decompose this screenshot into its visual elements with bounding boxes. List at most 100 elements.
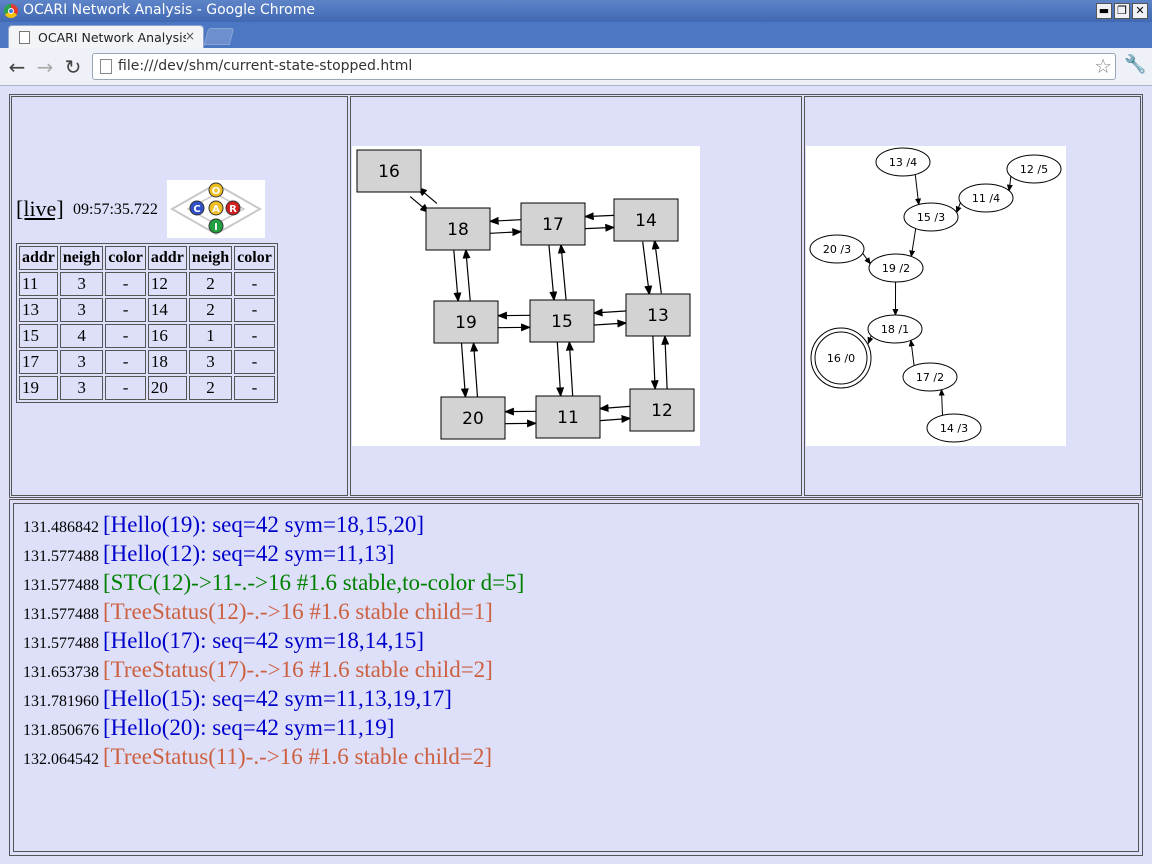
graph-edge	[462, 248, 471, 301]
graph-edge	[594, 319, 628, 328]
log-timestamp: 131.577488	[23, 635, 99, 652]
tree-graph: 13 /4 12 /5 11 /4 15 /3 20 /3 19 /2 18 /1 16 /0…	[806, 146, 1066, 446]
col-header: neigh	[188, 246, 233, 270]
col-header: addr	[147, 246, 187, 270]
table-cell: 3	[59, 350, 104, 374]
log-timestamp: 131.781960	[23, 693, 99, 710]
tree-edge	[914, 174, 922, 206]
table-cell: 4	[59, 324, 104, 348]
log-timestamp: 131.577488	[23, 577, 99, 594]
logo-letter: C	[193, 204, 200, 215]
address-bar[interactable]: file:///dev/shm/current-state-stopped.ht…	[92, 53, 1116, 80]
tab-label: OCARI Network Analysis	[38, 30, 186, 45]
log-line: 131.486842 [Hello(19): seq=42 sym=18,15,…	[23, 512, 524, 541]
log-timestamp: 131.850676	[23, 722, 99, 739]
table-cell: 3	[59, 298, 104, 322]
page-icon	[19, 31, 30, 44]
close-window-button[interactable]: ✕	[1132, 3, 1148, 19]
table-cell: -	[105, 350, 146, 374]
col-header: neigh	[59, 246, 104, 270]
table-cell: 3	[59, 272, 104, 296]
tree-edge	[955, 202, 962, 214]
table-cell: 3	[188, 350, 233, 374]
url-text[interactable]: file:///dev/shm/current-state-stopped.ht…	[118, 58, 412, 74]
log-message: [Hello(12): seq=42 sym=11,13]	[103, 541, 395, 566]
table-cell: 15	[19, 324, 58, 348]
graph-node-label: 20	[462, 409, 484, 429]
tree-node-label: 11 /4	[972, 192, 1000, 205]
table-cell: 2	[188, 272, 233, 296]
graph-edge	[470, 341, 479, 397]
ocari-logo: O C ARI	[167, 180, 265, 238]
table-cell: -	[105, 272, 146, 296]
table-cell: 11	[19, 272, 58, 296]
table-cell: 2	[188, 376, 233, 400]
table-cell: 18	[147, 350, 187, 374]
table-cell: 20	[147, 376, 187, 400]
tree-node-label: 20 /3	[823, 243, 851, 256]
live-link[interactable]: [live]	[16, 196, 64, 222]
log-message: [TreeStatus(17)-.->16 #1.6 stable child=…	[103, 657, 493, 682]
logo-letter: A	[212, 204, 220, 215]
tree-node-label: 18 /1	[881, 323, 909, 336]
log-timestamp: 131.577488	[23, 548, 99, 565]
table-row: 11 3-12 2-	[19, 272, 275, 296]
tab-close-icon[interactable]: ×	[185, 29, 195, 43]
table-cell: 14	[147, 298, 187, 322]
graph-edge	[642, 241, 653, 296]
graph-edge	[460, 343, 469, 399]
tree-node-label: 16 /0	[827, 352, 855, 365]
log-message: [Hello(19): seq=42 sym=18,15,20]	[103, 512, 425, 537]
log-line: 131.781960 [Hello(15): seq=42 sym=11,13,…	[23, 686, 524, 715]
browser-toolbar: ← → ↻ file:///dev/shm/current-state-stop…	[0, 48, 1152, 86]
tree-node-label: 12 /5	[1020, 163, 1048, 176]
tab-ocari[interactable]: OCARI Network Analysis ×	[8, 25, 204, 48]
forward-button[interactable]: →	[34, 55, 56, 79]
table-cell: -	[234, 298, 275, 322]
graph-edge	[557, 243, 567, 300]
graph-edge	[453, 250, 462, 303]
graph-edge	[585, 223, 616, 232]
table-row: 19 3-20 2-	[19, 376, 275, 400]
tree-node-label: 15 /3	[917, 211, 945, 224]
logo-letter: R	[229, 204, 237, 215]
tree-edge	[908, 339, 915, 366]
log-timestamp: 132.064542	[23, 751, 99, 768]
minimize-button[interactable]: ▬	[1096, 3, 1112, 19]
graph-node-label: 11	[557, 408, 579, 428]
bookmark-star-icon[interactable]: ☆	[1094, 54, 1112, 78]
reload-button[interactable]: ↻	[62, 55, 84, 79]
graph-node-label: 16	[378, 162, 400, 182]
log-message: [Hello(15): seq=42 sym=11,13,19,17]	[103, 686, 452, 711]
log-timestamp: 131.577488	[23, 606, 99, 623]
col-header: color	[234, 246, 275, 270]
graph-node-label: 17	[542, 215, 564, 235]
back-button[interactable]: ←	[6, 55, 28, 79]
table-cell: 2	[188, 298, 233, 322]
tree-node-label: 14 /3	[940, 422, 968, 435]
table-cell: 3	[59, 376, 104, 400]
maximize-button[interactable]: ❐	[1114, 3, 1130, 19]
table-row: 15 4-16 1-	[19, 324, 275, 348]
wrench-menu-icon[interactable]: 🔧	[1124, 54, 1146, 75]
graph-edge	[598, 403, 630, 412]
table-cell: -	[234, 376, 275, 400]
timestamp: 09:57:35.722	[73, 201, 158, 218]
graph-edge	[548, 245, 558, 302]
logo-letter: O	[212, 186, 221, 197]
tab-strip: OCARI Network Analysis ×	[0, 22, 1152, 48]
tree-edge	[909, 228, 917, 258]
new-tab-button[interactable]	[203, 28, 235, 45]
graph-edge	[556, 342, 565, 398]
log-line: 131.577488 [Hello(17): seq=42 sym=18,14,…	[23, 628, 524, 657]
table-cell: 12	[147, 272, 187, 296]
log-message: [STC(12)->11-.->16 #1.6 stable,to-color …	[103, 570, 525, 595]
col-header: addr	[19, 246, 58, 270]
graph-edge	[651, 239, 662, 294]
graph-edge	[650, 336, 659, 391]
window-title: OCARI Network Analysis - Google Chrome	[23, 2, 315, 18]
graph-edge	[661, 334, 670, 389]
graph-edge	[488, 216, 521, 225]
tree-node-label: 13 /4	[889, 156, 917, 169]
table-header-row: addr neigh color addr neigh color	[19, 246, 275, 270]
